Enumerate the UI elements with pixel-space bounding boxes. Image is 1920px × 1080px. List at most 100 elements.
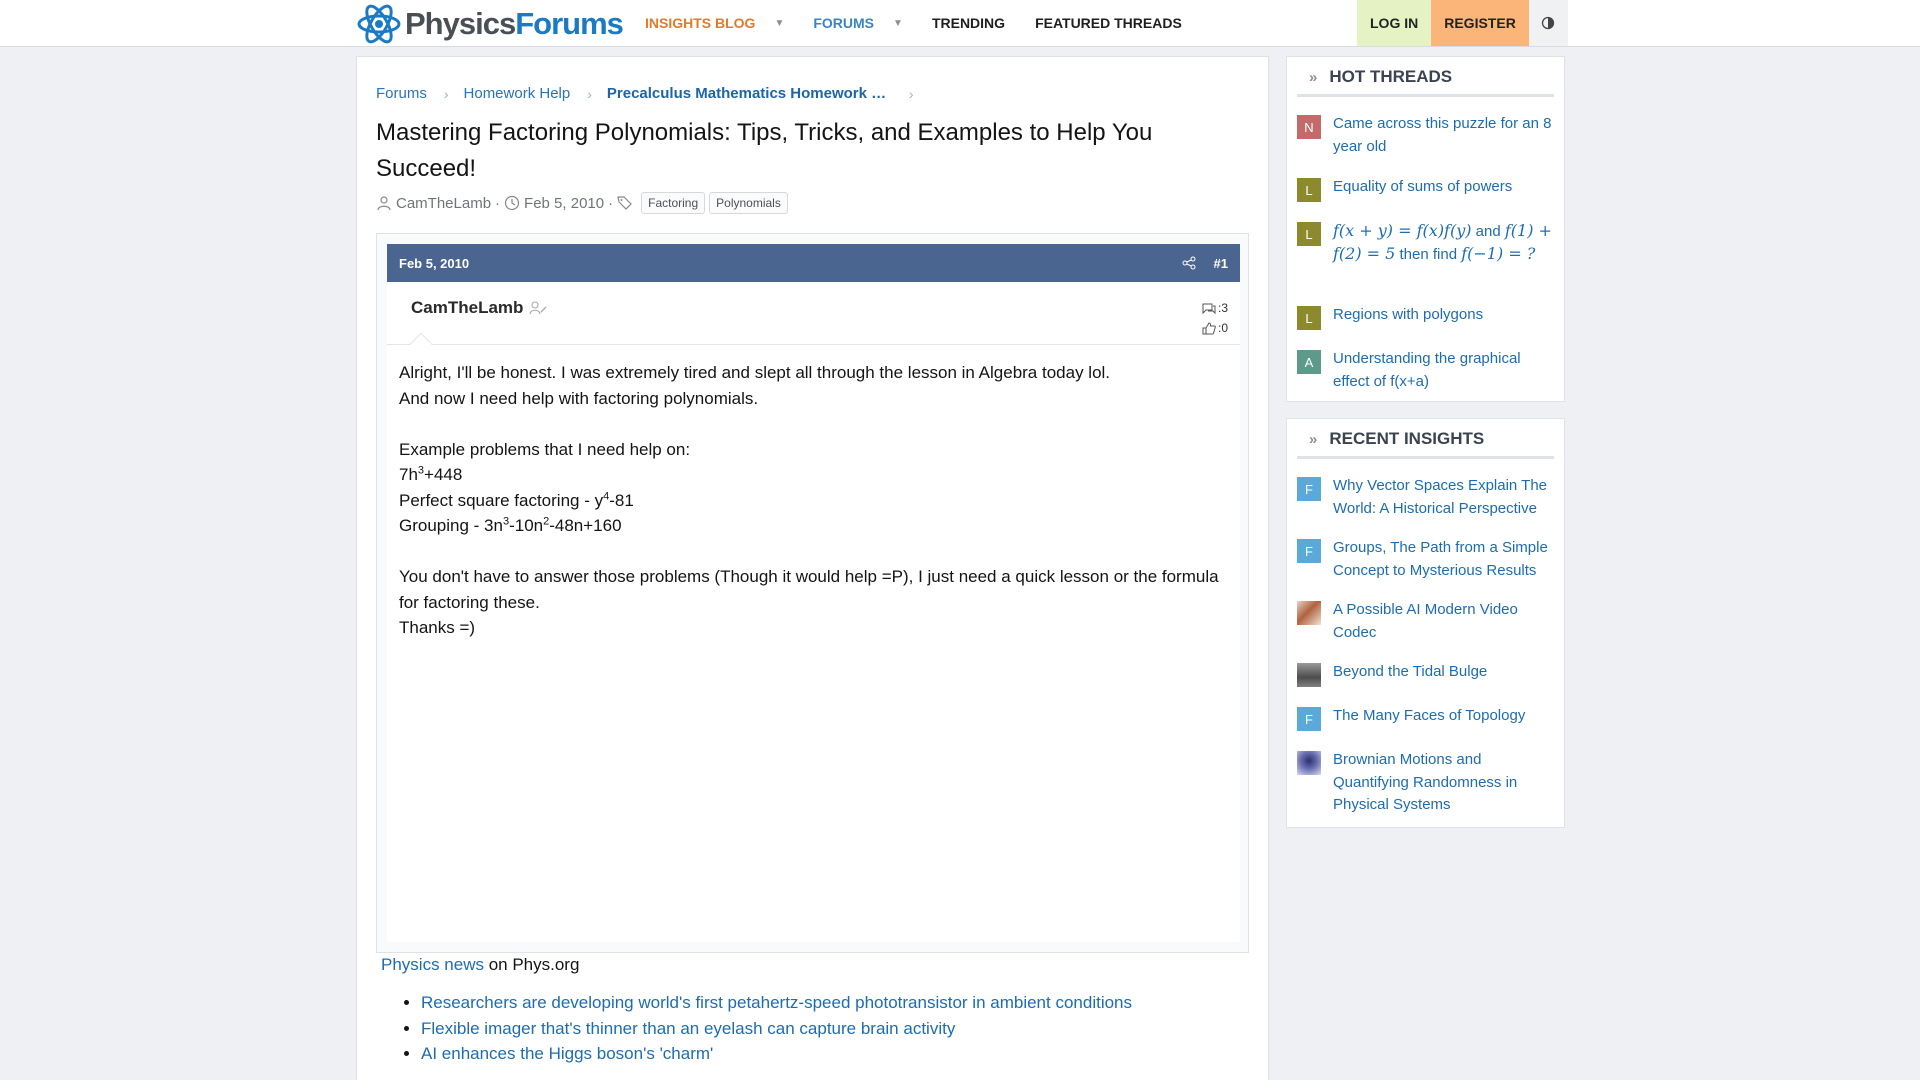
theme-contrast-icon — [1542, 16, 1555, 30]
avatar-photo[interactable] — [1297, 663, 1321, 687]
messages-stat: :3 — [1202, 298, 1228, 318]
nav-forums[interactable]: FORUMS — [798, 0, 889, 46]
post-date-link[interactable]: Feb 5, 2010 — [399, 256, 469, 271]
register-button[interactable]: REGISTER — [1431, 0, 1529, 46]
tag-polynomials[interactable]: Polynomials — [709, 192, 788, 214]
message-pointer — [409, 332, 433, 356]
insight-item: F The Many Faces of Topology — [1297, 705, 1559, 731]
avatar[interactable]: L — [1297, 178, 1321, 202]
insight-link[interactable]: Brownian Motions and Quantifying Randomn… — [1333, 749, 1559, 817]
theme-toggle-button[interactable] — [1528, 0, 1568, 46]
hot-thread-item: N Came across this puzzle for an 8 year … — [1297, 113, 1559, 158]
hot-thread-link[interactable]: Regions with polygons — [1333, 304, 1559, 330]
post-container: Feb 5, 2010 #1 CamTheLamb :3 :0 Alright,… — [376, 233, 1249, 953]
avatar[interactable]: F — [1297, 539, 1321, 563]
double-chevron-icon: » — [1309, 69, 1318, 86]
post-body: CamTheLamb :3 :0 Alright, I'll be honest… — [387, 282, 1240, 942]
recent-insights-widget: » RECENT INSIGHTS F Why Vector Spaces Ex… — [1286, 418, 1565, 828]
post-divider — [387, 344, 1240, 345]
insight-link[interactable]: Beyond the Tidal Bulge — [1333, 661, 1559, 687]
main-nav: INSIGHTS BLOG ▼ FORUMS ▼ TRENDING FEATUR… — [630, 0, 1197, 46]
auth-buttons: LOG IN REGISTER — [1357, 0, 1568, 46]
thread-meta: CamTheLamb · Feb 5, 2010 · Factoring Pol… — [376, 192, 788, 214]
forums-dropdown-caret-icon[interactable]: ▼ — [889, 0, 917, 46]
thread-date-link[interactable]: Feb 5, 2010 — [524, 195, 604, 212]
nav-insights-blog[interactable]: INSIGHTS BLOG — [630, 0, 770, 46]
breadcrumb-homework-help[interactable]: Homework Help — [464, 85, 571, 102]
nav-trending[interactable]: TRENDING — [917, 0, 1020, 46]
atom-logo-icon — [357, 4, 401, 43]
insight-link[interactable]: A Possible AI Modern Video Codec — [1333, 599, 1559, 644]
news-item: Flexible imager that's thinner than an e… — [421, 1016, 1132, 1042]
news-source: on Phys.org — [483, 955, 580, 974]
news-heading: Physics news on Phys.org — [381, 955, 1132, 975]
hot-thread-link[interactable]: Came across this puzzle for an 8 year ol… — [1333, 113, 1559, 158]
hot-thread-item: L Equality of sums of powers — [1297, 176, 1559, 202]
breadcrumb-chevron-icon: › — [587, 85, 592, 102]
avatar[interactable]: F — [1297, 707, 1321, 731]
avatar-photo[interactable] — [1297, 601, 1321, 625]
hot-thread-link[interactable]: Understanding the graphical effect of f(… — [1333, 348, 1559, 393]
hot-thread-link[interactable]: Equality of sums of powers — [1333, 176, 1559, 202]
tag-factoring[interactable]: Factoring — [641, 192, 706, 214]
message-line: You don't have to answer those problems … — [399, 567, 1219, 612]
breadcrumb-precalculus[interactable]: Precalculus Mathematics Homework Help — [607, 85, 892, 102]
news-item-link[interactable]: Flexible imager that's thinner than an e… — [421, 1019, 955, 1038]
recent-insights-heading: » RECENT INSIGHTS — [1297, 429, 1554, 459]
logo-wordmark: PhysicsForums — [405, 5, 624, 42]
news-item-link[interactable]: Researchers are developing world's first… — [421, 993, 1132, 1012]
avatar[interactable]: L — [1297, 222, 1321, 246]
main-content: Forums › Homework Help › Precalculus Mat… — [356, 56, 1269, 1080]
news-list: Researchers are developing world's first… — [421, 990, 1132, 1067]
insight-link[interactable]: Why Vector Spaces Explain The World: A H… — [1333, 475, 1559, 520]
logo-text-physics: Physics — [405, 5, 516, 41]
avatar[interactable]: F — [1297, 477, 1321, 501]
logo-text-forums: Forums — [515, 5, 624, 41]
reactions-stat: :0 — [1202, 318, 1228, 338]
post-message: Alright, I'll be honest. I was extremely… — [399, 360, 1229, 641]
problem-1: 7h3+448 — [399, 464, 463, 484]
breadcrumb-forums[interactable]: Forums — [376, 85, 427, 102]
post-header: Feb 5, 2010 #1 — [387, 244, 1240, 282]
insight-item: F Why Vector Spaces Explain The World: A… — [1297, 475, 1559, 520]
login-button[interactable]: LOG IN — [1357, 0, 1432, 46]
double-chevron-icon: » — [1309, 431, 1318, 448]
hot-thread-link[interactable]: f(x + y) = f(x)f(y) and f(1) + f(2) = 5 … — [1333, 220, 1559, 266]
share-icon[interactable] — [1182, 256, 1196, 270]
breadcrumb: Forums › Homework Help › Precalculus Mat… — [376, 85, 929, 102]
post-author: CamTheLamb — [411, 298, 547, 318]
physics-news-link[interactable]: Physics news — [381, 955, 484, 974]
hot-threads-widget: » HOT THREADS N Came across this puzzle … — [1286, 56, 1565, 402]
messages-count: :3 — [1217, 301, 1228, 315]
thread-title: Mastering Factoring Polynomials: Tips, T… — [376, 119, 1153, 182]
news-item-link[interactable]: AI enhances the Higgs boson's 'charm' — [421, 1044, 713, 1063]
meta-separator: · — [495, 194, 501, 212]
avatar-photo[interactable] — [1297, 751, 1321, 775]
insight-item: F Groups, The Path from a Simple Concept… — [1297, 537, 1559, 582]
insight-link[interactable]: Groups, The Path from a Simple Concept t… — [1333, 537, 1559, 582]
recent-insights-title: RECENT INSIGHTS — [1329, 429, 1485, 448]
thread-author-link[interactable]: CamTheLamb — [396, 195, 491, 212]
insights-dropdown-caret-icon[interactable]: ▼ — [770, 0, 798, 46]
site-logo[interactable]: PhysicsForums — [356, 0, 624, 47]
physics-news-block: Physics news on Phys.org Researchers are… — [381, 955, 1132, 1067]
post-author-link[interactable]: CamTheLamb — [411, 298, 523, 318]
insight-item: Brownian Motions and Quantifying Randomn… — [1297, 749, 1559, 817]
nav-featured-threads[interactable]: FEATURED THREADS — [1020, 0, 1197, 46]
messages-icon — [1202, 303, 1216, 314]
avatar[interactable]: A — [1297, 350, 1321, 374]
user-badge-icon — [529, 301, 547, 315]
problem-3: Grouping - 3n3-10n2-48n+160 — [399, 515, 622, 535]
avatar[interactable]: L — [1297, 306, 1321, 330]
insight-item: Beyond the Tidal Bulge — [1297, 661, 1559, 687]
problem-2: Perfect square factoring - y4-81 — [399, 489, 634, 510]
insight-link[interactable]: The Many Faces of Topology — [1333, 705, 1559, 731]
hot-threads-heading: » HOT THREADS — [1297, 67, 1554, 97]
hot-thread-item: L Regions with polygons — [1297, 304, 1559, 330]
post-number-link[interactable]: #1 — [1214, 256, 1228, 271]
breadcrumb-chevron-icon: › — [908, 85, 914, 102]
avatar[interactable]: N — [1297, 115, 1321, 139]
reactions-count: :0 — [1217, 321, 1228, 335]
